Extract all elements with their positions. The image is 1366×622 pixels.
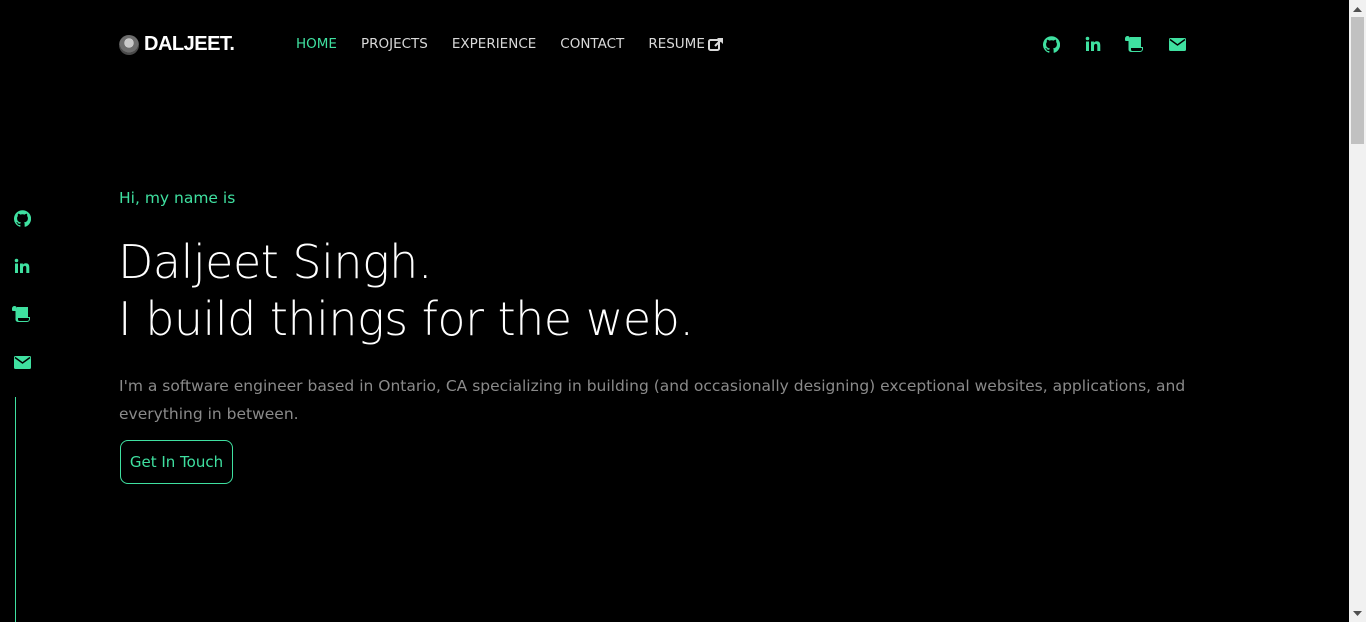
hero-greeting: Hi, my name is [119,189,236,207]
hero-title-tagline: I build things for the web. [118,292,694,346]
linkedin-icon[interactable] [12,256,32,276]
hero-description: I'm a software engineer based in Ontario… [119,377,1186,423]
scroll-icon[interactable] [12,304,32,324]
scroll-up-arrow-icon[interactable] [1349,0,1366,17]
github-icon[interactable] [12,208,32,228]
external-link-icon [707,37,724,52]
hero-title-name: Daljeet Singh. [118,235,432,289]
nav-link-resume[interactable]: RESUME [648,36,724,52]
nav-link-contact[interactable]: CONTACT [560,36,624,52]
nav-link-home[interactable]: HOME [296,36,337,52]
linkedin-icon[interactable] [1083,34,1103,54]
scrollbar-thumb[interactable] [1351,17,1364,144]
nav-link-experience[interactable]: EXPERIENCE [452,36,536,52]
page: DALJEET. HOME PROJECTS EXPERIENCE CONTAC… [0,0,1366,622]
avatar [119,34,139,55]
nav-social-icons [1041,34,1187,54]
scroll-down-arrow-icon[interactable] [1349,605,1366,622]
brand-name: DALJEET. [144,33,235,55]
github-icon[interactable] [1041,34,1061,54]
envelope-icon[interactable] [1167,34,1187,54]
scroll-icon[interactable] [1125,34,1145,54]
scrollbar[interactable] [1349,0,1366,622]
hero-title: Daljeet Singh. I build things for the we… [118,234,694,348]
side-social-rail [12,208,36,400]
navbar: DALJEET. HOME PROJECTS EXPERIENCE CONTAC… [0,0,1349,90]
side-rail-line [15,397,16,622]
envelope-icon[interactable] [12,352,32,372]
nav-link-resume-label: RESUME [648,36,705,52]
get-in-touch-button[interactable]: Get In Touch [120,440,233,484]
nav-link-projects[interactable]: PROJECTS [361,36,428,52]
brand-logo-link[interactable]: DALJEET. [119,33,235,56]
nav-links: HOME PROJECTS EXPERIENCE CONTACT RESUME [296,36,724,52]
